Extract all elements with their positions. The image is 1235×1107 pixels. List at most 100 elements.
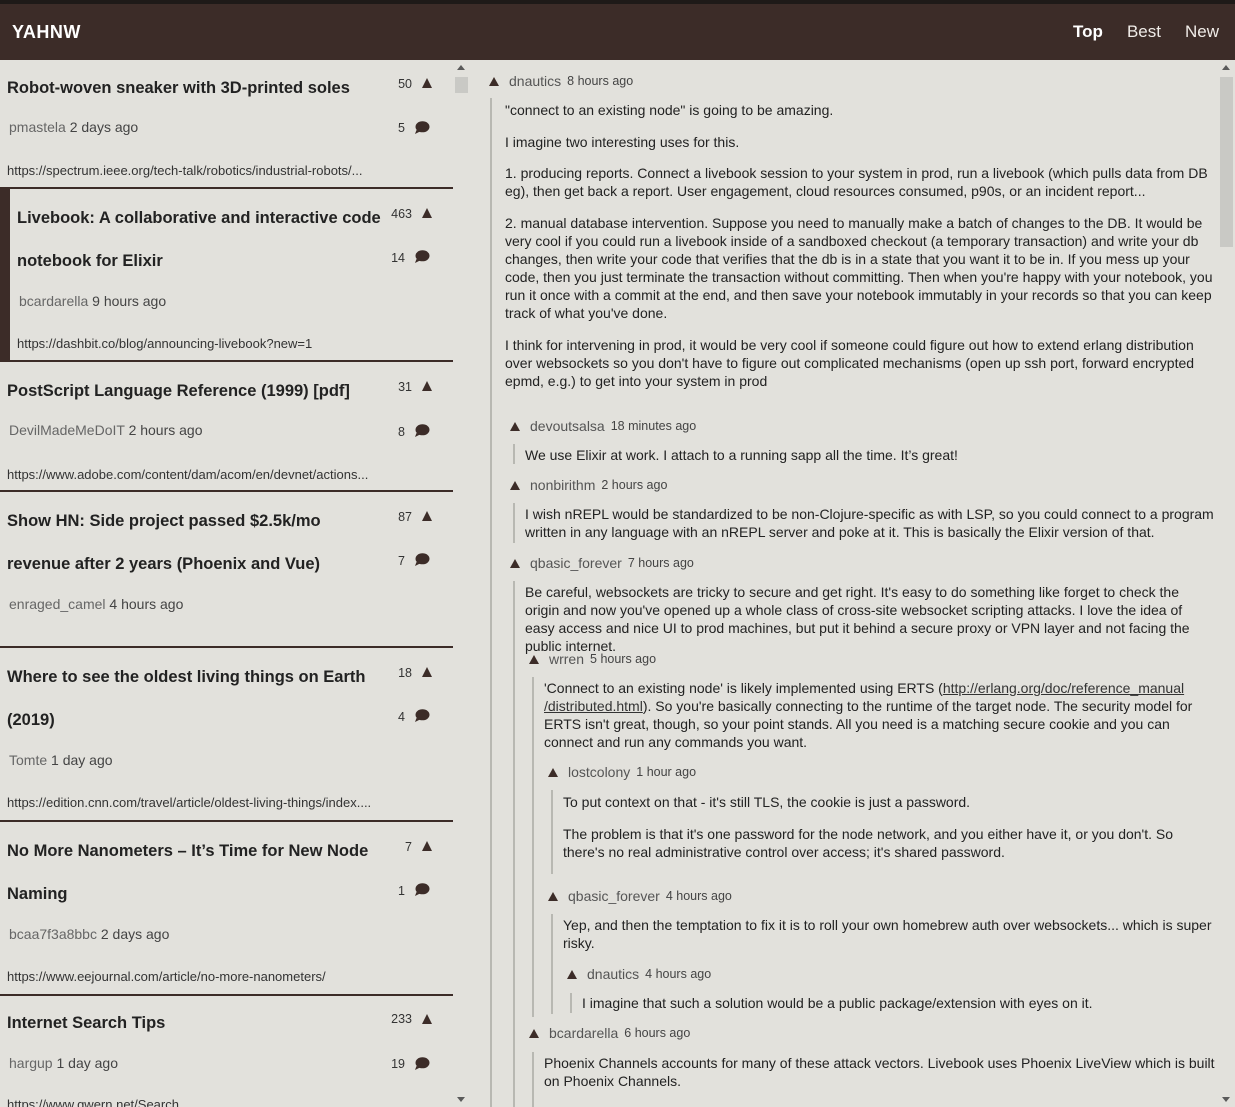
upvote-icon[interactable] — [422, 208, 432, 218]
comment-bubble-icon[interactable] — [414, 424, 430, 437]
upvote-icon[interactable] — [510, 421, 520, 431]
story-user[interactable]: Tomte — [9, 752, 47, 768]
scroll-up-arrow-icon[interactable] — [1222, 65, 1230, 70]
story-user[interactable]: enraged_camel — [9, 596, 106, 612]
story-item[interactable]: No More Nanometers – It’s Time for New N… — [0, 822, 453, 996]
story-item-selected[interactable]: Livebook: A collaborative and interactiv… — [0, 189, 453, 362]
thread-rule — [551, 790, 553, 874]
comment-text: I imagine two interesting uses for this. — [505, 134, 740, 150]
comment-user[interactable]: lostcolony — [568, 763, 630, 781]
upvote-icon[interactable] — [422, 841, 432, 851]
story-score: 7 — [405, 840, 412, 854]
comment-text: Be careful, websockets are tricky to sec… — [525, 584, 1190, 654]
nav-top[interactable]: Top — [1073, 22, 1103, 42]
story-meta: bcardarella 9 hours ago — [19, 293, 166, 309]
story-title[interactable]: Livebook: A collaborative and interactiv… — [17, 197, 392, 283]
comment-count: 19 — [391, 1057, 405, 1071]
comment-header: devoutsalsa 18 minutes ago — [510, 417, 696, 435]
story-age: 9 hours ago — [92, 293, 167, 309]
upvote-icon[interactable] — [489, 76, 499, 86]
upvote-icon[interactable] — [567, 969, 577, 979]
comment-bubble-icon[interactable] — [414, 709, 430, 722]
comment-age: 8 hours ago — [567, 74, 634, 88]
comment-bubble-icon[interactable] — [414, 553, 430, 566]
nav-best[interactable]: Best — [1127, 22, 1161, 42]
nav-new[interactable]: New — [1185, 22, 1219, 42]
scroll-down-arrow-icon[interactable] — [1222, 1097, 1230, 1102]
story-score: 50 — [398, 77, 412, 91]
story-title[interactable]: No More Nanometers – It’s Time for New N… — [7, 830, 382, 916]
comment-thread-scrollbar[interactable] — [1218, 60, 1235, 1107]
comment-bubble-icon[interactable] — [414, 121, 430, 134]
story-user[interactable]: bcaa7f3a8bbc — [9, 926, 97, 942]
story-title[interactable]: Internet Search Tips — [7, 1002, 382, 1045]
story-title[interactable]: Where to see the oldest living things on… — [7, 656, 382, 742]
story-item[interactable]: PostScript Language Reference (1999) [pd… — [0, 362, 453, 492]
scroll-up-arrow-icon[interactable] — [457, 65, 465, 70]
comment-user[interactable]: wrren — [549, 650, 584, 668]
story-item[interactable]: Robot-woven sneaker with 3D-printed sole… — [0, 60, 453, 189]
story-url[interactable]: https://dashbit.co/blog/announcing-liveb… — [17, 336, 397, 351]
comment-user[interactable]: dnautics — [587, 965, 639, 983]
comment-user[interactable]: devoutsalsa — [530, 417, 605, 435]
comment-text: Phoenix Channels accounts for many of th… — [544, 1055, 1215, 1089]
comment-user[interactable]: qbasic_forever — [568, 887, 660, 905]
app-brand[interactable]: YAHNW — [12, 22, 81, 43]
comment-header: qbasic_forever 7 hours ago — [510, 554, 694, 572]
story-user[interactable]: DevilMadeMeDoIT — [9, 422, 125, 438]
comment-count: 7 — [398, 554, 405, 568]
comment-age: 4 hours ago — [665, 889, 732, 903]
upvote-icon[interactable] — [548, 891, 558, 901]
comment-header: qbasic_forever 4 hours ago — [548, 887, 732, 905]
story-url[interactable]: https://www.eejournal.com/article/no-mor… — [7, 969, 387, 984]
comment-bubble-icon[interactable] — [414, 250, 430, 263]
comment-count: 4 — [398, 710, 405, 724]
comment-text: To put context on that - it's still TLS,… — [563, 794, 971, 810]
comment-text: We use Elixir at work. I attach to a run… — [525, 447, 958, 463]
story-user[interactable]: hargup — [9, 1055, 53, 1071]
story-title[interactable]: Show HN: Side project passed $2.5k/mo re… — [7, 500, 382, 586]
comment-user[interactable]: bcardarella — [549, 1024, 618, 1042]
story-url[interactable]: https://www.gwern.net/Search — [7, 1097, 387, 1107]
comment-bubble-icon[interactable] — [414, 1057, 430, 1070]
upvote-icon[interactable] — [510, 480, 520, 490]
comment-user[interactable]: dnautics — [509, 72, 561, 90]
comment-link-continued[interactable]: /distributed.html — [544, 698, 643, 714]
upvote-icon[interactable] — [548, 767, 558, 777]
upvote-icon[interactable] — [422, 381, 432, 391]
upvote-icon[interactable] — [529, 654, 539, 664]
scroll-down-arrow-icon[interactable] — [457, 1097, 465, 1102]
scrollbar-thumb[interactable] — [1220, 77, 1233, 247]
comment-user[interactable]: nonbirithm — [530, 476, 595, 494]
story-title[interactable]: PostScript Language Reference (1999) [pd… — [7, 370, 382, 413]
comment-header: wrren 5 hours ago — [529, 650, 656, 668]
upvote-icon[interactable] — [422, 667, 432, 677]
comment-header: nonbirithm 2 hours ago — [510, 476, 667, 494]
upvote-icon[interactable] — [510, 558, 520, 568]
story-item[interactable]: Where to see the oldest living things on… — [0, 648, 453, 822]
story-user[interactable]: pmastela — [9, 119, 66, 135]
upvote-icon[interactable] — [529, 1028, 539, 1038]
upvote-icon[interactable] — [422, 1014, 432, 1024]
upvote-icon[interactable] — [422, 78, 432, 88]
story-meta: hargup 1 day ago — [9, 1055, 118, 1071]
story-title[interactable]: Robot-woven sneaker with 3D-printed sole… — [7, 67, 382, 110]
story-list-scrollbar[interactable] — [453, 60, 470, 1107]
story-url[interactable]: https://spectrum.ieee.org/tech-talk/robo… — [7, 163, 387, 178]
story-user[interactable]: bcardarella — [19, 293, 88, 309]
thread-rule — [490, 98, 492, 1107]
scrollbar-thumb[interactable] — [455, 77, 468, 93]
comment-bubble-icon[interactable] — [414, 883, 430, 896]
upvote-icon[interactable] — [422, 511, 432, 521]
main-nav: Top Best New — [1061, 22, 1231, 42]
story-url[interactable]: https://edition.cnn.com/travel/article/o… — [7, 795, 387, 810]
comment-count: 1 — [398, 884, 405, 898]
story-url[interactable]: https://www.adobe.com/content/dam/acom/e… — [7, 467, 387, 482]
comment-text: The problem is that it's one password fo… — [563, 826, 1174, 860]
story-item[interactable]: Show HN: Side project passed $2.5k/mo re… — [0, 492, 453, 648]
story-score: 18 — [398, 666, 412, 680]
comment-user[interactable]: qbasic_forever — [530, 554, 622, 572]
story-age: 4 hours ago — [109, 596, 184, 612]
comment-link[interactable]: http://erlang.org/doc/reference_manual — [943, 680, 1184, 696]
story-item[interactable]: Internet Search Tips 233 hargup 1 day ag… — [0, 996, 453, 1107]
